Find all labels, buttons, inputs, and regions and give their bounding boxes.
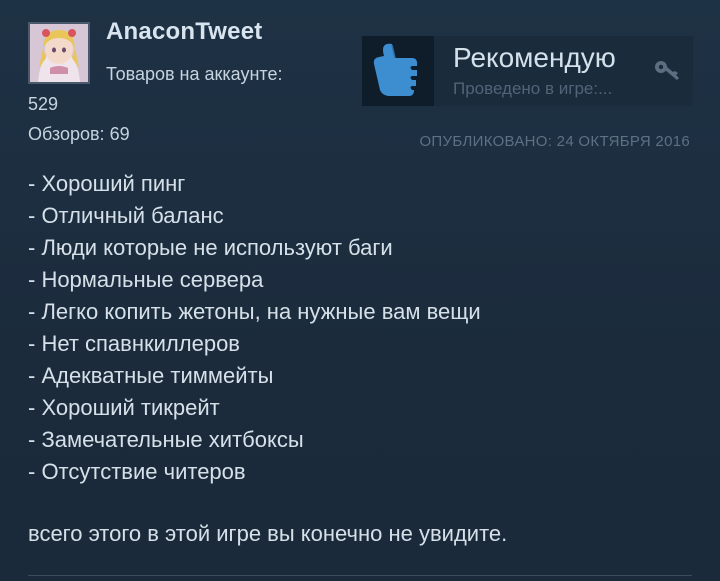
review-line: - Хороший пинг (28, 171, 186, 196)
recommendation-title: Рекомендую (453, 42, 616, 73)
review-line: - Люди которые не используют баги (28, 235, 393, 260)
products-count-value[interactable]: 529 (28, 94, 58, 115)
published-date: ОПУБЛИКОВАНО: 24 ОКТЯБРЯ 2016 (419, 133, 690, 150)
review-line: - Легко копить жетоны, на нужные вам вещ… (28, 299, 481, 324)
playtime-text: Проведено в игре:... (453, 79, 613, 98)
recommendation-box[interactable]: Рекомендую Проведено в игре:... (362, 36, 693, 106)
thumb-box (362, 36, 434, 106)
review-line: - Хороший тикрейт (28, 395, 220, 420)
review-line: - Нормальные сервера (28, 267, 264, 292)
divider (28, 575, 692, 576)
products-count-label[interactable]: Товаров на аккаунте: (106, 64, 282, 85)
review-card: AnaconTweet Товаров на аккаунте: 529 Обз… (0, 0, 720, 581)
review-body: - Хороший пинг - Отличный баланс - Люди … (28, 168, 481, 488)
thumbs-up-icon (373, 43, 418, 96)
review-line: - Адекватные тиммейты (28, 363, 274, 388)
review-line: - Нет спавнкиллеров (28, 331, 240, 356)
key-icon (655, 61, 679, 80)
review-line: - Замечательные хитбоксы (28, 427, 304, 452)
review-line: - Отсутствие читеров (28, 459, 246, 484)
review-conclusion: всего этого в этой игре вы конечно не ув… (28, 521, 508, 546)
reviews-count[interactable]: Обзоров: 69 (28, 124, 130, 145)
author-name[interactable]: AnaconTweet (106, 18, 262, 46)
review-line: - Отличный баланс (28, 203, 224, 228)
avatar[interactable] (28, 22, 90, 84)
